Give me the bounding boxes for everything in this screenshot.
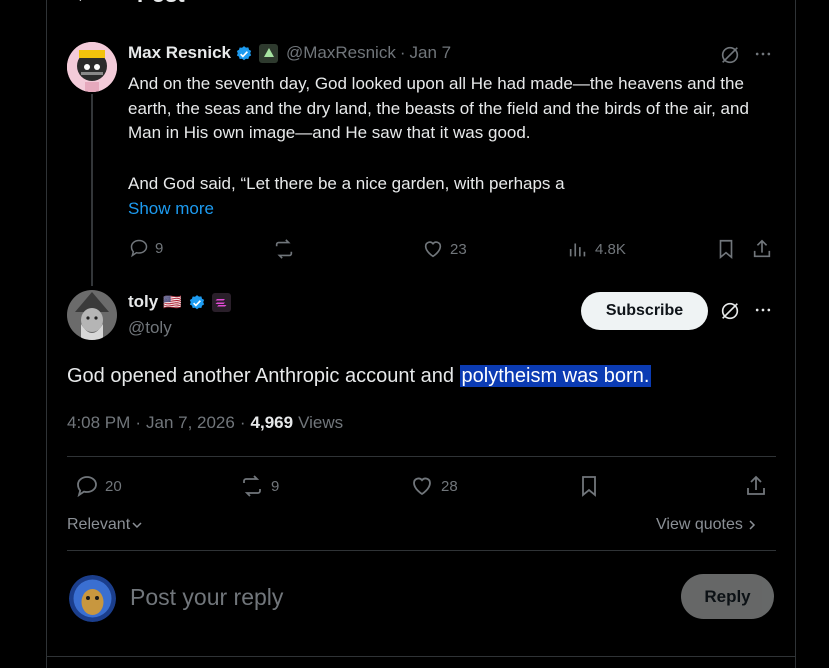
heart-icon <box>424 241 442 258</box>
analytics-icon <box>569 243 586 257</box>
divider <box>47 656 795 657</box>
more-options-icon[interactable] <box>753 44 773 64</box>
solana-badge-icon[interactable] <box>211 292 231 312</box>
post-text-selection: polytheism was born. <box>459 365 652 387</box>
share-action[interactable] <box>751 238 773 260</box>
views-action[interactable]: 4.8K <box>567 238 626 260</box>
view-count: 4,969 <box>250 413 294 432</box>
page-title: Post <box>137 0 185 8</box>
reply-icon <box>130 239 148 258</box>
separator: · <box>399 43 406 62</box>
sort-dropdown[interactable]: Relevant <box>67 516 143 534</box>
divider <box>67 456 776 457</box>
post-metadata: 4:08 PM · Jan 7, 2026 · 4,969 Views <box>67 413 343 433</box>
author-handle[interactable]: @MaxResnick <box>286 43 396 63</box>
grok-icon[interactable] <box>719 44 741 66</box>
parent-post-text-2: And God said, “Let there be a nice garde… <box>128 174 565 193</box>
repost-action[interactable]: 9 <box>239 474 279 498</box>
share-icon <box>747 475 765 495</box>
author-handle[interactable]: @toly <box>128 318 172 338</box>
back-arrow-icon[interactable]: ← <box>73 0 95 8</box>
post-time[interactable]: 4:08 PM <box>67 413 130 433</box>
verified-badge-icon <box>188 293 206 311</box>
view-quotes-label: View quotes <box>656 516 743 533</box>
reply-count: 20 <box>105 477 122 495</box>
repost-icon <box>275 239 293 259</box>
chevron-right-icon <box>749 520 755 530</box>
thread-line <box>91 94 93 286</box>
verified-badge-icon <box>235 44 253 62</box>
affiliate-badge-icon[interactable] <box>259 43 278 63</box>
us-flag-icon: 🇺🇸 <box>163 294 182 311</box>
bookmark-action[interactable] <box>715 238 737 260</box>
reply-button[interactable]: Reply <box>681 574 774 619</box>
like-count: 28 <box>441 477 458 495</box>
avatar-image <box>67 290 117 340</box>
reply-icon <box>77 476 97 498</box>
parent-post-text-1: And on the seventh day, God looked upon … <box>128 74 749 142</box>
repost-count: 9 <box>271 477 280 495</box>
reply-action[interactable]: 9 <box>129 238 163 258</box>
bookmark-action[interactable] <box>577 474 601 498</box>
show-more-link[interactable]: Show more <box>128 197 214 222</box>
grok-icon[interactable] <box>719 300 741 322</box>
avatar-toly[interactable] <box>67 290 117 340</box>
post-date[interactable]: Jan 7 <box>410 43 452 63</box>
views-label: Views <box>298 413 344 432</box>
chevron-down-icon <box>132 522 142 529</box>
share-action[interactable] <box>744 474 768 498</box>
post-column: ← Post Max Resnick @MaxResnick · Jan 7 A… <box>46 0 796 668</box>
like-action[interactable]: 28 <box>409 474 458 498</box>
author-name[interactable]: toly <box>128 292 158 312</box>
current-user-avatar[interactable] <box>69 575 116 622</box>
view-quotes-link[interactable]: View quotes <box>656 516 758 534</box>
sort-label: Relevant <box>67 516 131 533</box>
share-icon <box>753 239 771 258</box>
heart-icon <box>413 477 431 496</box>
separator: · <box>239 413 246 432</box>
view-count: 4.8K <box>595 240 626 258</box>
divider <box>67 550 776 551</box>
main-post-header: toly 🇺🇸 <box>128 292 231 312</box>
more-options-icon[interactable] <box>753 300 773 320</box>
avatar-image <box>67 42 117 92</box>
repost-action[interactable] <box>273 238 301 260</box>
subscribe-button[interactable]: Subscribe <box>581 292 708 330</box>
like-action[interactable]: 23 <box>422 238 467 260</box>
reply-input[interactable]: Post your reply <box>130 584 283 611</box>
reply-count: 9 <box>155 239 164 257</box>
author-name[interactable]: Max Resnick <box>128 43 231 63</box>
repost-icon <box>243 475 261 497</box>
separator: · <box>135 413 141 432</box>
reply-action[interactable]: 20 <box>75 474 122 498</box>
page-header: ← Post <box>47 0 795 8</box>
bookmark-icon <box>582 476 596 497</box>
post-text-plain: God opened another Anthropic account and <box>67 365 460 387</box>
bookmark-icon <box>719 239 733 260</box>
avatar-image <box>69 575 116 622</box>
main-post-text: God opened another Anthropic account and… <box>67 362 652 390</box>
like-count: 23 <box>450 240 467 258</box>
parent-post-header: Max Resnick @MaxResnick · Jan 7 <box>128 43 451 63</box>
avatar-max-resnick[interactable] <box>67 42 117 92</box>
post-date[interactable]: Jan 7, 2026 <box>146 413 235 433</box>
